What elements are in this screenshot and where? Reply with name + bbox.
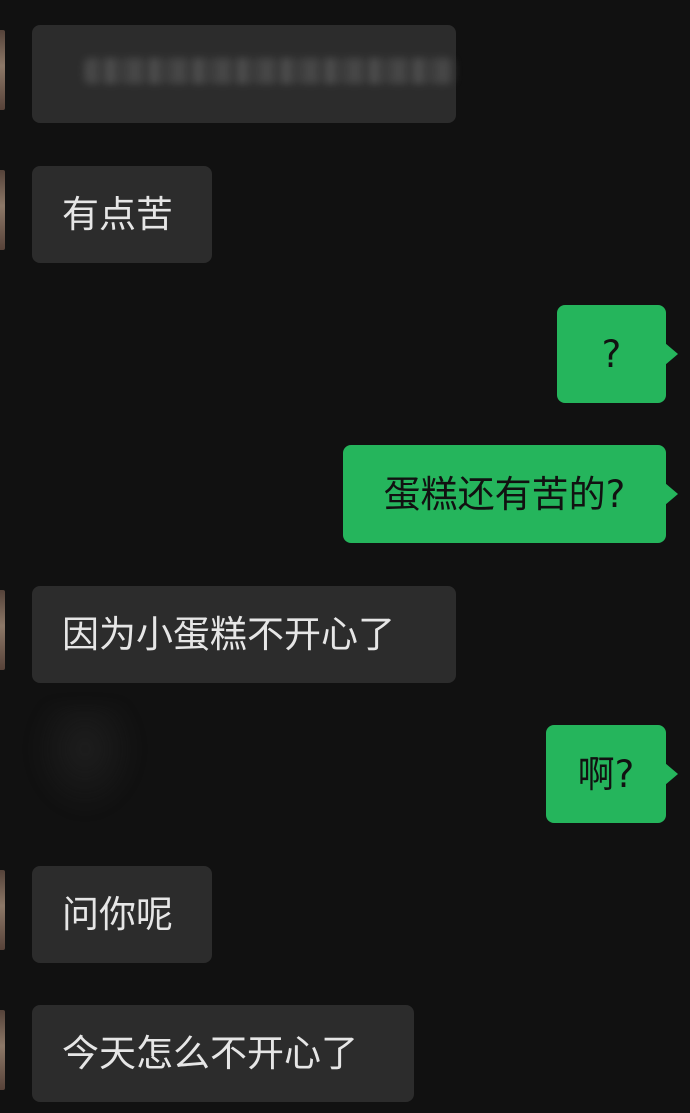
message-text: 啊? — [577, 752, 635, 796]
message-text: ? — [601, 332, 622, 376]
message-text: 有点苦 — [62, 193, 173, 236]
sender-avatar[interactable] — [0, 170, 5, 250]
blurred-message-text — [84, 58, 454, 84]
background-shadow — [30, 705, 140, 815]
bubble-tail — [665, 343, 678, 365]
sender-avatar[interactable] — [0, 30, 5, 110]
sender-avatar[interactable] — [0, 1010, 5, 1090]
sender-avatar[interactable] — [0, 870, 5, 950]
incoming-message-bubble[interactable]: 因为小蛋糕不开心了 — [32, 586, 456, 683]
bubble-tail — [665, 763, 678, 785]
incoming-message-bubble[interactable]: 今天怎么不开心了 — [32, 1005, 414, 1102]
bubble-tail — [665, 483, 678, 505]
message-text: 蛋糕还有苦的? — [383, 472, 626, 516]
chat-message-list[interactable]: 有点苦 ? 蛋糕还有苦的? 因为小蛋糕不开心了 啊? 问你呢 今天怎么不开心了 — [0, 0, 690, 1113]
message-text: 因为小蛋糕不开心了 — [62, 613, 395, 656]
sender-avatar[interactable] — [0, 590, 5, 670]
outgoing-message-bubble[interactable]: 蛋糕还有苦的? — [343, 445, 666, 543]
incoming-message-bubble[interactable]: 问你呢 — [32, 866, 212, 963]
incoming-message-bubble[interactable] — [32, 25, 456, 123]
outgoing-message-bubble[interactable]: 啊? — [546, 725, 666, 823]
incoming-message-bubble[interactable]: 有点苦 — [32, 166, 212, 263]
message-text: 问你呢 — [62, 893, 173, 936]
message-text: 今天怎么不开心了 — [62, 1032, 358, 1075]
outgoing-message-bubble[interactable]: ? — [557, 305, 666, 403]
